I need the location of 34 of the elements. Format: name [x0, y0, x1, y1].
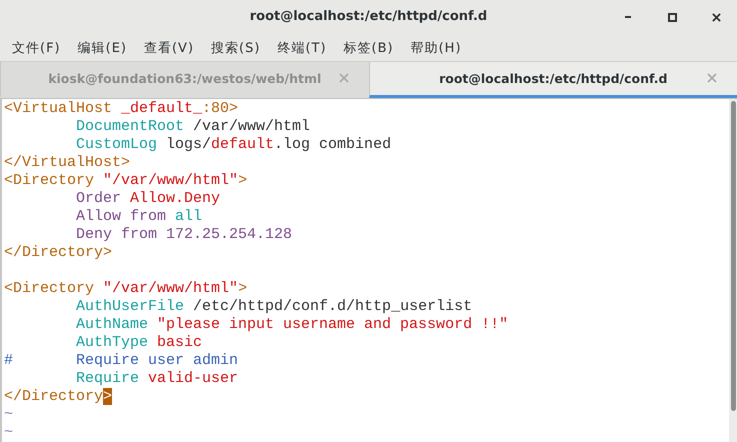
code-line: ~ — [4, 406, 14, 424]
code-line: </Directory> — [4, 244, 114, 262]
code-line: <Directory "/var/www/html"> — [4, 172, 248, 190]
menu-item[interactable]: 帮助(H) — [410, 38, 462, 57]
code-line: AuthName "please input username and password !!" — [75, 316, 510, 334]
close-icon — [707, 73, 717, 84]
maximize-icon — [668, 12, 676, 22]
menu-item[interactable]: 文件(F) — [12, 38, 61, 57]
code-line: Require valid-user — [75, 370, 240, 388]
code-line: <Directory "/var/www/html"> — [4, 279, 248, 298]
code-line: # Require user admin — [4, 352, 240, 370]
menu-item[interactable]: 编辑(E) — [78, 38, 127, 57]
close-icon — [338, 73, 348, 84]
terminal-tab[interactable]: root@localhost:/etc/httpd/conf.d — [368, 62, 737, 98]
maximize-button[interactable] — [665, 10, 679, 24]
minimize-icon — [625, 16, 631, 18]
window-title: root@localhost:/etc/httpd/conf.d — [250, 9, 488, 24]
menu-item[interactable]: 搜索(S) — [211, 38, 260, 57]
code-line: Order Allow.Deny — [75, 190, 222, 208]
code-line: DocumentRoot /var/www/html — [75, 118, 312, 136]
scrollbar[interactable] — [729, 99, 737, 442]
code-line: <VirtualHost _default_:80> — [4, 100, 240, 118]
code-line: Allow from all — [75, 208, 204, 226]
menu-item[interactable]: 标签(B) — [344, 38, 394, 57]
code-line: Deny from 172.25.254.128 — [75, 226, 294, 244]
close-icon — [712, 12, 720, 22]
code-line: </Directory> — [4, 388, 114, 406]
menu-item[interactable]: 查看(V) — [144, 38, 194, 57]
menu-item[interactable]: 终端(T) — [277, 38, 327, 57]
code-line: </VirtualHost> — [4, 154, 132, 172]
code-line: AuthType basic — [75, 334, 204, 352]
code-line: CustomLog logs/default.log combined — [75, 136, 392, 154]
code-line: ~ — [4, 424, 14, 442]
code-line: AuthUserFile /etc/httpd/conf.d/http_userlist — [75, 298, 474, 316]
